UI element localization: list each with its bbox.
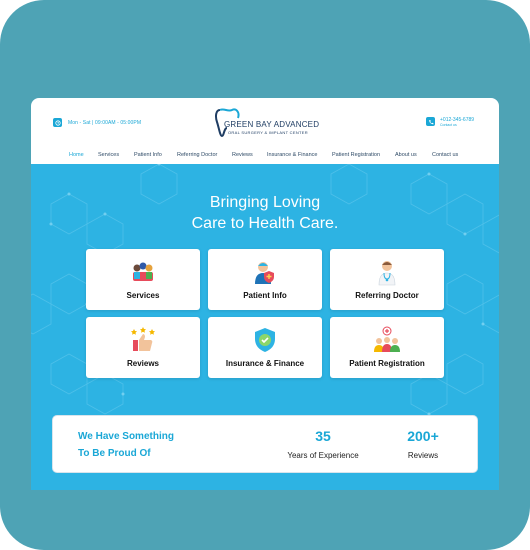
stat-value-years: 35 bbox=[315, 428, 331, 444]
stat-label-years: Years of Experience bbox=[287, 451, 359, 460]
device-frame: Mon - Sat | 09:00AM - 05:00PM GREEN BAY … bbox=[0, 0, 530, 550]
nav-item-referring-doctor[interactable]: Referring Doctor bbox=[177, 152, 217, 158]
card-label: Insurance & Finance bbox=[225, 359, 305, 368]
stats-panel: We Have Something To Be Proud Of 35 Year… bbox=[52, 415, 478, 473]
hero-title: Bringing Loving Care to Health Care. bbox=[31, 192, 499, 234]
phone-icon bbox=[426, 117, 435, 126]
logo[interactable]: GREEN BAY ADVANCED ORAL SURGERY & IMPLAN… bbox=[214, 106, 319, 140]
clock-icon bbox=[53, 118, 62, 127]
doctor-icon bbox=[378, 261, 396, 286]
nav-item-insurance-finance[interactable]: Insurance & Finance bbox=[267, 152, 317, 158]
stats-heading-line-2: To Be Proud Of bbox=[78, 448, 151, 459]
top-bar: Mon - Sat | 09:00AM - 05:00PM GREEN BAY … bbox=[31, 98, 499, 146]
nav-item-services[interactable]: Services bbox=[98, 152, 119, 158]
shield-check-icon bbox=[255, 328, 275, 352]
card-label: Patient Info bbox=[243, 291, 287, 300]
team-icon bbox=[133, 262, 153, 281]
card-insurance-finance[interactable]: Insurance & Finance bbox=[208, 317, 322, 378]
card-patient-info[interactable]: Patient Info bbox=[208, 249, 322, 310]
card-label: Services bbox=[126, 291, 160, 300]
hours-text: Mon - Sat | 09:00AM - 05:00PM bbox=[68, 119, 142, 126]
logo-name: GREEN BAY ADVANCED bbox=[224, 120, 320, 129]
hero-title-line-2: Care to Health Care. bbox=[191, 215, 339, 232]
card-label: Reviews bbox=[126, 359, 160, 368]
stats-heading-line-1: We Have Something bbox=[78, 431, 174, 442]
nav-item-patient-registration[interactable]: Patient Registration bbox=[332, 152, 380, 158]
nav-item-patient-info[interactable]: Patient Info bbox=[134, 152, 162, 158]
thumbs-up-stars-icon bbox=[131, 327, 155, 351]
phone-label: Contact us bbox=[440, 123, 457, 127]
patient-icon bbox=[255, 262, 274, 284]
website-screen: Mon - Sat | 09:00AM - 05:00PM GREEN BAY … bbox=[31, 98, 499, 490]
stat-label-reviews: Reviews bbox=[407, 451, 439, 460]
stats-heading: We Have Something To Be Proud Of bbox=[78, 428, 174, 462]
card-reviews[interactable]: Reviews bbox=[86, 317, 200, 378]
nav-item-contact-us[interactable]: Contact us bbox=[432, 152, 458, 158]
card-label: Patient Registration bbox=[349, 359, 425, 368]
stat-value-reviews: 200+ bbox=[407, 428, 439, 444]
registration-group-icon bbox=[374, 326, 400, 352]
card-label: Referring Doctor bbox=[355, 291, 419, 300]
main-nav: Home Services Patient Info Referring Doc… bbox=[31, 149, 499, 163]
nav-item-about-us[interactable]: About us bbox=[395, 152, 417, 158]
logo-subtitle: ORAL SURGERY & IMPLANT CENTER bbox=[228, 130, 308, 135]
nav-item-home[interactable]: Home bbox=[69, 152, 84, 158]
card-services[interactable]: Services bbox=[86, 249, 200, 310]
nav-item-reviews[interactable]: Reviews bbox=[232, 152, 253, 158]
business-hours: Mon - Sat | 09:00AM - 05:00PM bbox=[53, 118, 141, 127]
hero-title-line-1: Bringing Loving bbox=[209, 194, 321, 211]
phone-contact[interactable]: +012-345-6789 Contact us bbox=[426, 117, 474, 128]
card-patient-registration[interactable]: Patient Registration bbox=[330, 317, 444, 378]
card-referring-doctor[interactable]: Referring Doctor bbox=[330, 249, 444, 310]
